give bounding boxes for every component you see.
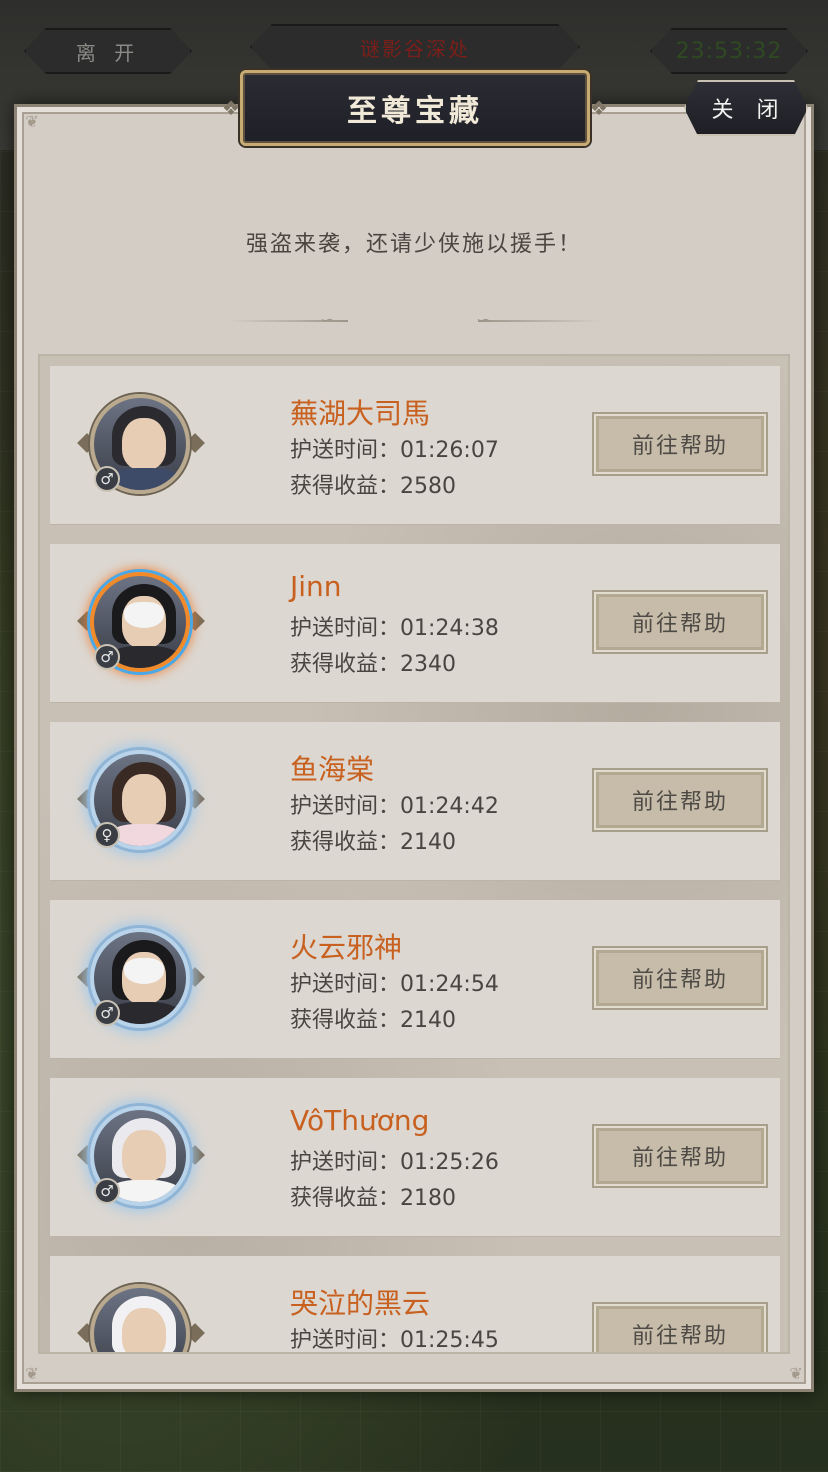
time-value: 01:24:54 bbox=[400, 972, 499, 997]
time-prefix: 护送时间： bbox=[290, 1150, 401, 1175]
player-name: 哭泣的黑云 bbox=[290, 1287, 431, 1320]
dialog-title-plate: 至尊宝藏 bbox=[240, 70, 590, 146]
avatar-frame bbox=[76, 1278, 206, 1352]
location-label: 谜影谷深处 bbox=[250, 24, 580, 70]
escort-row: ♂ 蕪湖大司馬 护送时间：01:26:07 获得收益：2580 前往帮助 bbox=[50, 366, 780, 524]
escort-time: 护送时间：01:24:38 bbox=[290, 610, 499, 642]
time-value: 01:24:38 bbox=[400, 616, 499, 641]
time-value: 01:25:26 bbox=[400, 1150, 499, 1175]
avatar-face bbox=[122, 1308, 166, 1352]
earn-value: 2340 bbox=[400, 652, 457, 677]
avatar-frame: ♂ bbox=[76, 388, 206, 502]
player-name: VôThương bbox=[290, 1104, 430, 1137]
gender-icon: ♂ bbox=[94, 466, 120, 492]
help-label: 前往帮助 bbox=[631, 1146, 728, 1171]
earn-value: 2180 bbox=[400, 1186, 457, 1211]
time-value: 01:25:45 bbox=[400, 1328, 499, 1353]
avatar-mask bbox=[124, 602, 164, 628]
time-prefix: 护送时间： bbox=[290, 616, 401, 641]
time-value: 01:26:07 bbox=[400, 438, 499, 463]
escort-time: 护送时间：01:26:07 bbox=[290, 432, 499, 464]
help-button[interactable]: 前往帮助 bbox=[594, 592, 766, 652]
player-name: 蕪湖大司馬 bbox=[290, 397, 431, 430]
divider-ornament-icon: ∽ bbox=[320, 310, 336, 331]
avatar-mask bbox=[124, 958, 164, 984]
escort-row: ♂ VôThương 护送时间：01:25:26 获得收益：2180 前往帮助 bbox=[50, 1078, 780, 1236]
clock-text: 23:53:32 bbox=[675, 38, 783, 64]
escort-list[interactable]: ♂ 蕪湖大司馬 护送时间：01:26:07 获得收益：2580 前往帮助 ♂ J… bbox=[38, 354, 790, 1354]
help-label: 前往帮助 bbox=[631, 1324, 728, 1349]
help-button[interactable]: 前往帮助 bbox=[594, 414, 766, 474]
escort-row: 哭泣的黑云 护送时间：01:25:45 前往帮助 bbox=[50, 1256, 780, 1353]
player-name: 火云邪神 bbox=[290, 931, 403, 964]
gender-icon: ♂ bbox=[94, 1178, 120, 1204]
help-button[interactable]: 前往帮助 bbox=[594, 948, 766, 1008]
avatar-face bbox=[122, 1130, 166, 1182]
escort-row: ♂ 火云邪神 护送时间：01:24:54 获得收益：2140 前往帮助 bbox=[50, 900, 780, 1058]
help-button[interactable]: 前往帮助 bbox=[594, 1304, 766, 1352]
escort-earnings: 获得收益：2140 bbox=[290, 824, 456, 856]
leave-label: 离 开 bbox=[75, 40, 141, 65]
help-label: 前往帮助 bbox=[631, 790, 728, 815]
gender-icon: ♀ bbox=[94, 822, 120, 848]
corner-ornament-icon: ❦ bbox=[25, 1364, 39, 1383]
close-button[interactable]: 关 闭 bbox=[684, 80, 808, 136]
avatar-frame: ♂ bbox=[76, 922, 206, 1036]
earn-value: 2140 bbox=[400, 1008, 457, 1033]
escort-earnings: 获得收益：2140 bbox=[290, 1002, 456, 1034]
divider-right bbox=[478, 320, 602, 322]
help-label: 前往帮助 bbox=[631, 434, 728, 459]
avatar-frame: ♂ bbox=[76, 566, 206, 680]
earn-prefix: 获得收益： bbox=[290, 1186, 401, 1211]
corner-ornament-icon: ❦ bbox=[789, 1364, 803, 1383]
dialog-title: 至尊宝藏 bbox=[347, 94, 483, 129]
divider-ornament-icon: ∽ bbox=[476, 310, 492, 331]
earn-prefix: 获得收益： bbox=[290, 830, 401, 855]
avatar[interactable] bbox=[90, 1284, 190, 1352]
player-name: 鱼海棠 bbox=[290, 753, 375, 786]
escort-time: 护送时间：01:24:54 bbox=[290, 966, 499, 998]
escort-row: ♂ Jinn 护送时间：01:24:38 获得收益：2340 前往帮助 bbox=[50, 544, 780, 702]
help-label: 前往帮助 bbox=[631, 968, 728, 993]
escort-time: 护送时间：01:25:45 bbox=[290, 1322, 499, 1353]
help-button[interactable]: 前往帮助 bbox=[594, 770, 766, 830]
avatar-frame: ♂ bbox=[76, 1100, 206, 1214]
escort-earnings: 获得收益：2580 bbox=[290, 468, 456, 500]
dialog-subtitle: 强盗来袭，还请少侠施以援手！ bbox=[245, 232, 582, 257]
earn-prefix: 获得收益： bbox=[290, 652, 401, 677]
gender-icon: ♂ bbox=[94, 1000, 120, 1026]
time-value: 01:24:42 bbox=[400, 794, 499, 819]
time-prefix: 护送时间： bbox=[290, 1328, 401, 1353]
earn-value: 2580 bbox=[400, 474, 457, 499]
corner-ornament-icon: ❦ bbox=[25, 112, 39, 131]
earn-prefix: 获得收益： bbox=[290, 474, 401, 499]
escort-row: ♀ 鱼海棠 护送时间：01:24:42 获得收益：2140 前往帮助 bbox=[50, 722, 780, 880]
player-name: Jinn bbox=[290, 570, 342, 603]
escort-earnings: 获得收益：2180 bbox=[290, 1180, 456, 1212]
game-clock: 23:53:32 bbox=[650, 28, 808, 74]
escort-time: 护送时间：01:24:42 bbox=[290, 788, 499, 820]
avatar-face bbox=[122, 418, 166, 470]
gender-icon: ♂ bbox=[94, 644, 120, 670]
time-prefix: 护送时间： bbox=[290, 438, 401, 463]
earn-value: 2140 bbox=[400, 830, 457, 855]
time-prefix: 护送时间： bbox=[290, 972, 401, 997]
help-label: 前往帮助 bbox=[631, 612, 728, 637]
escort-time: 护送时间：01:25:26 bbox=[290, 1144, 499, 1176]
help-button[interactable]: 前往帮助 bbox=[594, 1126, 766, 1186]
close-label: 关 闭 bbox=[711, 98, 787, 123]
time-prefix: 护送时间： bbox=[290, 794, 401, 819]
escort-earnings: 获得收益：2340 bbox=[290, 646, 456, 678]
avatar-face bbox=[122, 774, 166, 826]
avatar-frame: ♀ bbox=[76, 744, 206, 858]
earn-prefix: 获得收益： bbox=[290, 1008, 401, 1033]
leave-button[interactable]: 离 开 bbox=[24, 28, 192, 74]
location-text: 谜影谷深处 bbox=[360, 36, 470, 61]
